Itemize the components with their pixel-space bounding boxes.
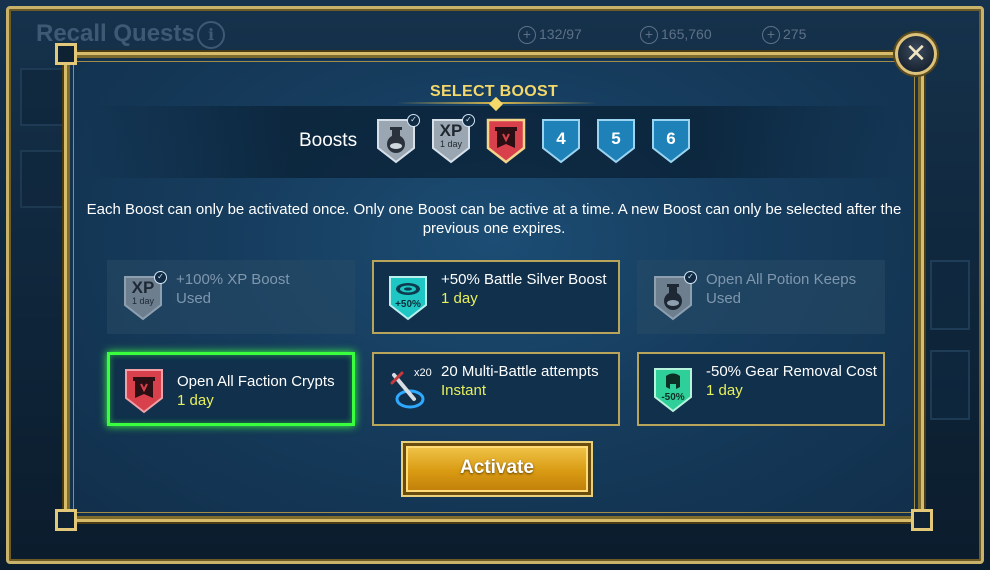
background-right-panel-1	[930, 260, 970, 330]
silver-counter: +165,760	[640, 26, 712, 44]
option-battle-silver-boost[interactable]: +50% +50% Battle Silver Boost 1 day	[372, 260, 620, 334]
boost-slot-5[interactable]: 5	[596, 118, 636, 164]
potion-keep-icon: ✓	[653, 271, 697, 321]
boost-description: Each Boost can only be activated once. O…	[86, 201, 902, 237]
activate-button[interactable]: Activate	[403, 443, 591, 495]
option-duration: Instant	[441, 382, 487, 399]
option-title: +50% Battle Silver Boost	[441, 271, 607, 288]
option-potion-keeps: ✓ Open All Potion Keeps Used	[637, 260, 885, 334]
option-title: Open All Faction Crypts	[177, 373, 335, 390]
xp-boost-icon: XP 1 day ✓	[123, 271, 167, 321]
option-xp-boost: XP 1 day ✓ +100% XP Boost Used	[107, 260, 355, 334]
boost-slot-faction-crypts[interactable]	[486, 118, 526, 164]
option-title: -50% Gear Removal Cost	[706, 363, 877, 380]
xp-icon-sub: 1 day	[439, 139, 463, 149]
slot-number: 6	[666, 129, 676, 148]
option-duration: 1 day	[177, 392, 214, 409]
option-title: 20 Multi-Battle attempts	[441, 363, 599, 380]
option-multi-battle[interactable]: x20 20 Multi-Battle attempts Instant	[372, 352, 620, 426]
slot-number: 4	[556, 129, 566, 148]
used-check-icon: ✓	[684, 271, 697, 284]
select-boost-modal: SELECT BOOST Boosts ✓ XP 1 day ✓ 4 5 6 E…	[55, 43, 933, 531]
option-duration: Used	[176, 290, 212, 307]
option-duration: Used	[706, 290, 742, 307]
info-icon: i	[197, 21, 225, 49]
frame-corner	[55, 43, 77, 65]
boost-slot-xp[interactable]: XP 1 day ✓	[431, 114, 475, 164]
option-duration: 1 day	[706, 382, 743, 399]
option-duration: 1 day	[441, 290, 478, 307]
used-check-icon: ✓	[407, 114, 420, 127]
used-check-icon: ✓	[462, 114, 475, 127]
used-check-icon: ✓	[154, 271, 167, 284]
slot-number: 5	[611, 129, 621, 148]
frame-corner	[55, 509, 77, 531]
option-faction-crypts[interactable]: Open All Faction Crypts 1 day	[107, 352, 355, 426]
faction-banner-icon	[124, 368, 164, 414]
energy-counter: +132/97	[518, 26, 582, 44]
multi-battle-sword-icon: x20	[388, 367, 432, 413]
boosts-label: Boosts	[299, 130, 358, 151]
frame-corner	[911, 509, 933, 531]
gem-counter: +275	[762, 26, 806, 44]
boost-slot-4[interactable]: 4	[541, 118, 581, 164]
background-right-panel-2	[930, 350, 970, 420]
faction-banner-icon	[486, 118, 526, 164]
option-title: +100% XP Boost	[176, 271, 290, 288]
close-button[interactable]: ✕	[895, 33, 937, 75]
silver-boost-icon: +50%	[388, 275, 428, 321]
option-title: Open All Potion Keeps	[706, 271, 857, 288]
option-gear-removal[interactable]: -50% -50% Gear Removal Cost 1 day	[637, 352, 885, 426]
boost-slot-potion[interactable]: ✓	[376, 114, 420, 164]
gear-removal-icon: -50%	[653, 367, 693, 413]
boost-slot-6[interactable]: 6	[651, 118, 691, 164]
